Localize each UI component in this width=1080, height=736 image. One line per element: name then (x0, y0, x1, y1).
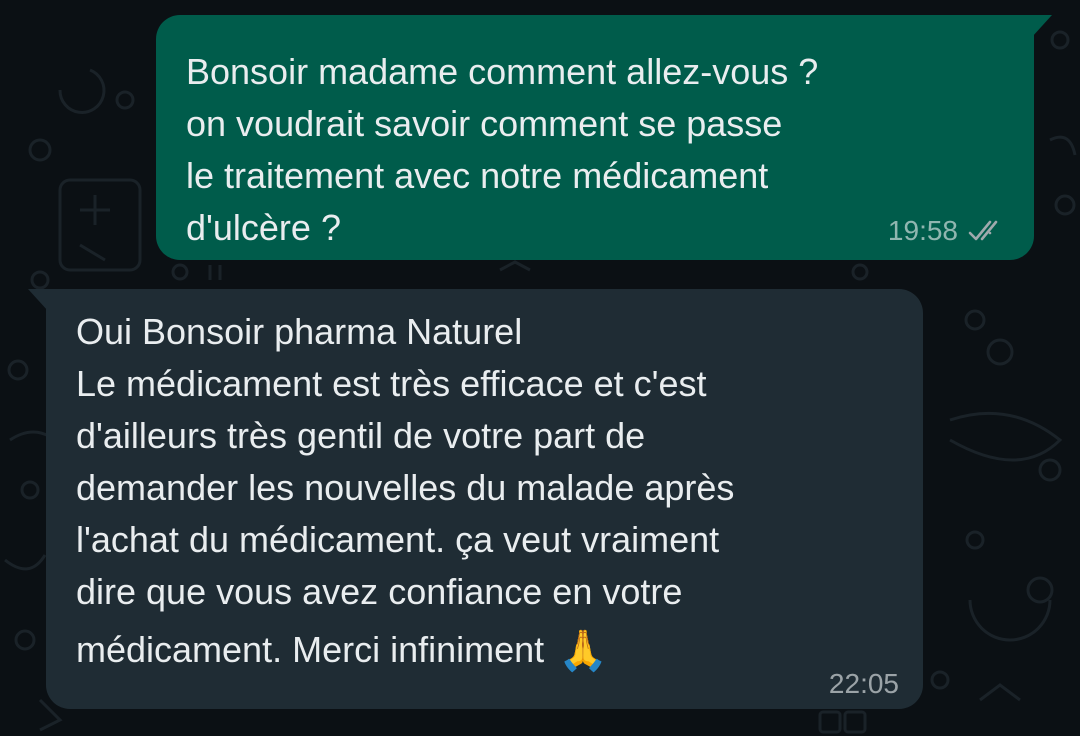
incoming-message-bubble[interactable]: Oui Bonsoir pharma Naturel Le médicament… (28, 289, 923, 709)
message-line: dire que vous avez confiance en votre (76, 571, 683, 612)
message-line: Le médicament est très efficace et c'est (76, 363, 707, 404)
praying-hands-emoji: 🙏 (558, 629, 608, 673)
message-time: 22:05 (828, 668, 899, 699)
message-meta: 19:58 (888, 216, 1008, 246)
message-time: 19:58 (887, 215, 958, 246)
message-line: le traitement avec notre médicament (186, 155, 769, 196)
message-meta: 22:05 (829, 669, 899, 699)
bubble-tail (1032, 15, 1052, 37)
message-line: d'ulcère ? (186, 207, 341, 248)
outgoing-message-bubble[interactable]: Bonsoir madame comment allez-vous ? on v… (156, 15, 1052, 260)
message-line: on voudrait savoir comment se passe (186, 103, 783, 144)
message-line-text: médicament. Merci infiniment (76, 629, 545, 670)
message-line: demander les nouvelles du malade après (76, 467, 735, 508)
message-line: Bonsoir madame comment allez-vous ? (186, 51, 819, 92)
message-line: médicament. Merci infiniment 🙏 (76, 624, 893, 677)
message-line: l'achat du médicament. ça veut vraiment (76, 519, 720, 560)
message-line: Oui Bonsoir pharma Naturel (76, 311, 523, 352)
message-line: d'ailleurs très gentil de votre part de (76, 415, 646, 456)
double-check-icon (968, 220, 998, 241)
bubble-tail (28, 289, 48, 311)
